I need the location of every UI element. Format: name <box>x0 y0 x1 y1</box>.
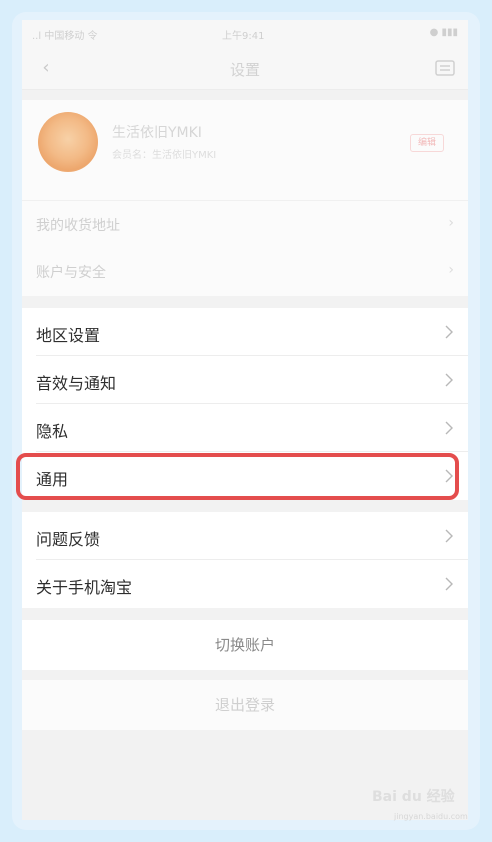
chevron-right-icon <box>445 325 453 339</box>
profile-card[interactable]: 生活依旧YMKI 会员名：生活依旧YMKI 编辑 <box>22 100 468 200</box>
row-about[interactable]: 关于手机淘宝 <box>22 560 468 608</box>
message-icon[interactable] <box>434 58 456 78</box>
watermark: Bai du 经验 jingyan.baidu.com <box>372 786 472 826</box>
profile-name: 生活依旧YMKI <box>112 125 202 141</box>
status-time: 上午9:41 <box>222 31 265 42</box>
row-sound-notify[interactable]: 音效与通知 <box>22 356 468 404</box>
row-address-label: 我的收货地址 <box>36 218 120 234</box>
phone-screen: ..l 中国移动 令 上午9:41 ● ▮▮▮ ‹ 设置 生活依旧YMKI 会员… <box>22 20 468 820</box>
row-address[interactable]: 我的收货地址 › <box>22 200 468 248</box>
chevron-right-icon <box>445 577 453 591</box>
watermark-url: jingyan.baidu.com <box>394 812 468 821</box>
highlight-box <box>16 453 459 500</box>
row-region[interactable]: 地区设置 <box>22 308 468 356</box>
logout-label: 退出登录 <box>214 696 275 714</box>
row-about-label: 关于手机淘宝 <box>36 578 133 597</box>
row-account-security-label: 账户与安全 <box>36 265 106 281</box>
profile-subtitle: 会员名：生活依旧YMKI <box>112 150 217 161</box>
switch-account-button[interactable]: 切换账户 <box>22 620 468 670</box>
row-feedback-label: 问题反馈 <box>36 530 101 549</box>
nav-bar: ‹ 设置 <box>22 46 468 90</box>
row-feedback[interactable]: 问题反馈 <box>22 512 468 560</box>
row-sound-notify-label: 音效与通知 <box>36 374 117 393</box>
switch-account-label: 切换账户 <box>214 636 275 654</box>
chevron-right-icon <box>445 421 453 435</box>
row-privacy[interactable]: 隐私 <box>22 404 468 452</box>
watermark-brand: Bai du 经验 <box>372 789 455 805</box>
battery-icon: ● ▮▮▮ <box>429 27 458 38</box>
avatar[interactable] <box>38 112 98 172</box>
carrier-text: ..l 中国移动 令 <box>32 31 98 42</box>
profile-edit-tag[interactable]: 编辑 <box>410 134 444 152</box>
row-privacy-label: 隐私 <box>36 422 69 441</box>
logout-button[interactable]: 退出登录 <box>22 680 468 730</box>
row-account-security[interactable]: 账户与安全 › <box>22 248 468 296</box>
chevron-right-icon: › <box>448 215 454 231</box>
row-region-label: 地区设置 <box>36 326 101 345</box>
status-bar: ..l 中国移动 令 上午9:41 ● ▮▮▮ <box>22 20 468 46</box>
chevron-right-icon <box>445 529 453 543</box>
page-title: 设置 <box>229 61 260 79</box>
chevron-right-icon: › <box>448 262 454 278</box>
chevron-right-icon <box>445 373 453 387</box>
